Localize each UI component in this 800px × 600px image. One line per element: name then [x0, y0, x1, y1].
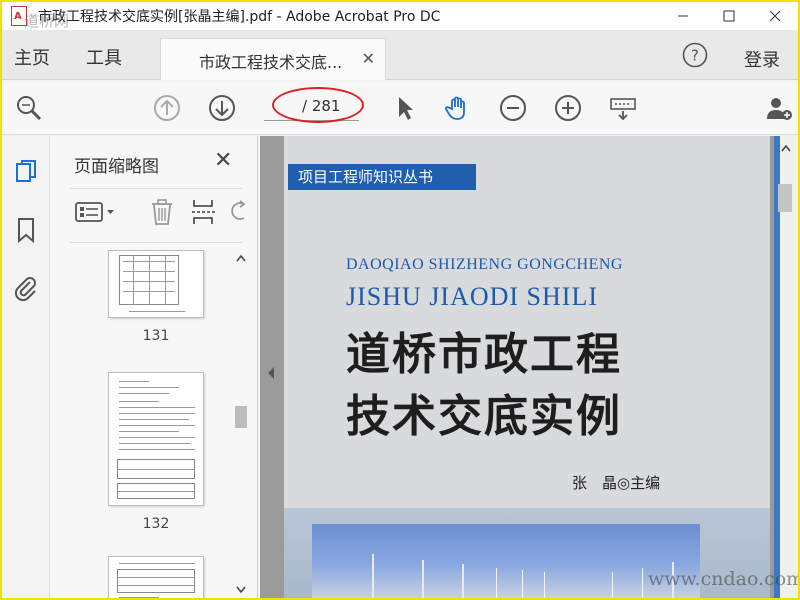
- keyboard-scroll-icon[interactable]: [608, 93, 638, 123]
- title-bar: A 市政工程技术交底实例[张晶主编].pdf - Adobe Acrobat P…: [2, 2, 798, 30]
- page-thumbnail-label: 131: [142, 328, 170, 344]
- zoom-search-icon[interactable]: [14, 93, 44, 123]
- close-window-button[interactable]: [752, 2, 798, 30]
- divider: [70, 242, 242, 243]
- panel-title: 页面缩略图: [74, 157, 159, 177]
- cover-bridge-image: [312, 524, 700, 598]
- cover-author: 张 晶◎主编: [572, 474, 661, 492]
- cover-title-line2: 技术交底实例: [346, 391, 622, 442]
- acrobat-window: A 市政工程技术交底实例[张晶主编].pdf - Adobe Acrobat P…: [2, 2, 798, 598]
- page-thumbnails-icon[interactable]: [12, 158, 40, 186]
- thumbnail-list: 131 132: [50, 250, 230, 598]
- thumbnails-panel: 页面缩略图 ✕ 131 132: [50, 136, 258, 598]
- scroll-up-icon[interactable]: [236, 254, 246, 262]
- close-panel-icon[interactable]: ✕: [214, 148, 232, 173]
- select-cursor-icon[interactable]: [390, 93, 420, 123]
- zoom-in-icon[interactable]: [553, 93, 583, 123]
- attachment-icon[interactable]: [12, 274, 40, 302]
- close-icon: [769, 10, 781, 22]
- pdf-app-icon: A: [8, 5, 30, 27]
- hand-tool-icon[interactable]: [443, 93, 473, 123]
- document-view[interactable]: 项目工程师知识丛书 DAOQIAO SHIZHENG GONGCHENG JIS…: [260, 136, 774, 598]
- scroll-up-icon[interactable]: [781, 144, 791, 152]
- scrollbar-thumb[interactable]: [778, 184, 792, 212]
- watermark-url: www.cndao.com: [648, 568, 798, 590]
- page-thumbnail-132[interactable]: [108, 372, 204, 506]
- rotate-page-icon[interactable]: [230, 198, 246, 226]
- previous-page-icon[interactable]: [152, 93, 182, 123]
- scrollbar-thumb[interactable]: [235, 406, 247, 428]
- tab-document[interactable]: 市政工程技术交底... ✕: [160, 38, 386, 80]
- thumbnail-scrollbar[interactable]: [232, 250, 250, 598]
- divider: [70, 188, 242, 189]
- delete-page-icon[interactable]: [148, 198, 176, 226]
- insert-page-icon[interactable]: [190, 198, 218, 226]
- close-tab-icon[interactable]: ✕: [362, 49, 375, 68]
- toolbar: / 281: [2, 81, 798, 135]
- cover-pinyin-line2: JISHU JIAODI SHILI: [346, 282, 598, 311]
- tab-bar: 主页 工具 市政工程技术交底... ✕ ? 登录: [2, 30, 798, 80]
- page-thumbnail-131[interactable]: [108, 250, 204, 318]
- add-user-icon[interactable]: [764, 93, 794, 123]
- page-thumbnail-133[interactable]: [108, 556, 204, 598]
- page-total: / 281: [302, 97, 341, 115]
- window-title: 市政工程技术交底实例[张晶主编].pdf - Adobe Acrobat Pro…: [38, 9, 441, 25]
- login-button[interactable]: 登录: [744, 46, 780, 72]
- tab-home[interactable]: 主页: [14, 44, 50, 70]
- page-thumbnail-label: 132: [142, 516, 170, 532]
- tab-tools[interactable]: 工具: [86, 44, 122, 70]
- zoom-out-icon[interactable]: [498, 93, 528, 123]
- window-controls: [660, 2, 798, 30]
- thumbnail-options-icon[interactable]: [74, 198, 118, 226]
- series-banner: 项目工程师知识丛书: [288, 164, 476, 190]
- left-navigation-rail: [2, 136, 50, 598]
- document-tab-label: 市政工程技术交底...: [199, 53, 343, 72]
- maximize-button[interactable]: [706, 2, 752, 30]
- pdf-page-cover: 项目工程师知识丛书 DAOQIAO SHIZHENG GONGCHENG JIS…: [284, 136, 770, 598]
- maximize-icon: [723, 10, 735, 22]
- minimize-icon: [678, 15, 688, 17]
- bookmark-icon[interactable]: [12, 216, 40, 244]
- document-scrollbar[interactable]: [774, 136, 798, 598]
- help-icon[interactable]: ?: [682, 42, 708, 68]
- cover-pinyin-line1: DAOQIAO SHIZHENG GONGCHENG: [346, 256, 623, 273]
- next-page-icon[interactable]: [207, 93, 237, 123]
- minimize-button[interactable]: [660, 2, 706, 30]
- scroll-down-icon[interactable]: [236, 586, 246, 594]
- collapse-panel-icon[interactable]: [266, 366, 276, 380]
- cover-title-line1: 道桥市政工程: [346, 329, 622, 380]
- svg-text:?: ?: [691, 47, 699, 65]
